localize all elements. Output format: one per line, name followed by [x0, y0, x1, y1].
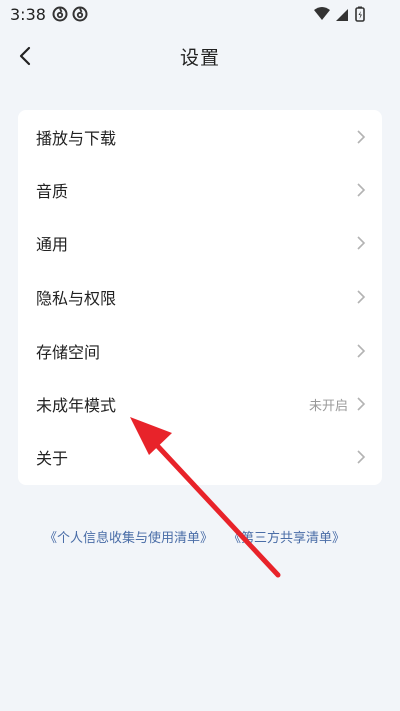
- settings-item-label: 播放与下载: [36, 129, 117, 148]
- settings-item-minor-mode[interactable]: 未成年模式 未开启: [18, 377, 382, 430]
- minor-mode-status: 未开启: [308, 399, 348, 414]
- settings-item-label: 存储空间: [36, 343, 101, 362]
- status-bar: 3:38: [0, 0, 400, 30]
- status-right-icons: [314, 6, 365, 22]
- settings-list: 播放与下载 音质 通用 隐私与权限 存储空间 未成年模式 未开启 关于: [18, 110, 382, 485]
- chevron-right-icon: [357, 183, 366, 197]
- settings-item-label: 隐私与权限: [36, 289, 117, 308]
- wifi-icon: [314, 7, 330, 20]
- chevron-right-icon: [357, 344, 366, 358]
- chevron-right-icon: [357, 290, 366, 304]
- settings-item-storage[interactable]: 存储空间: [18, 324, 382, 377]
- settings-item-playback-download[interactable]: 播放与下载: [18, 110, 382, 163]
- page-title: 设置: [179, 47, 220, 69]
- footer-links: 《个人信息收集与使用清单》 《第三方共享清单》: [0, 527, 400, 549]
- netease-cloud-music-icon: [52, 6, 68, 22]
- chevron-right-icon: [357, 397, 366, 411]
- netease-cloud-music-icon: [72, 6, 88, 22]
- settings-item-label: 通用: [36, 235, 69, 254]
- settings-item-label: 关于: [36, 449, 69, 468]
- settings-item-general[interactable]: 通用: [18, 216, 382, 269]
- settings-item-label: 未成年模式: [36, 396, 117, 415]
- settings-item-privacy-permissions[interactable]: 隐私与权限: [18, 270, 382, 323]
- chevron-right-icon: [357, 130, 366, 144]
- settings-item-audio-quality[interactable]: 音质: [18, 163, 382, 216]
- settings-item-label: 音质: [36, 182, 69, 201]
- settings-item-about[interactable]: 关于: [18, 430, 382, 483]
- header: 设置: [0, 30, 400, 84]
- personal-info-list-link[interactable]: 《个人信息收集与使用清单》: [44, 527, 213, 546]
- third-party-share-list-link[interactable]: 《第三方共享清单》: [228, 527, 345, 546]
- chevron-right-icon: [357, 450, 366, 464]
- signal-icon: [336, 9, 348, 21]
- status-time: 3:38: [10, 5, 46, 24]
- chevron-right-icon: [357, 236, 366, 250]
